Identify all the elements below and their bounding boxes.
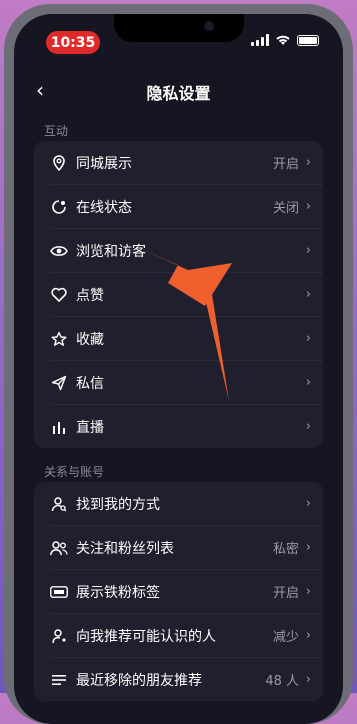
chevron-right-icon: ›: [305, 199, 311, 214]
chevron-right-icon: ›: [305, 243, 311, 258]
chevron-right-icon: ›: [305, 672, 311, 687]
row-removed-recommendations[interactable]: 最近移除的朋友推荐 48 人 ›: [34, 658, 323, 701]
bars-icon: [50, 418, 68, 436]
wifi-icon: [276, 35, 290, 45]
status-time: 10:35: [46, 31, 100, 54]
card-relations: 找到我的方式 › 关注和粉丝列表 私密 › 展示铁粉标签 开启 › 向我推荐可能…: [34, 482, 323, 701]
row-label: 展示铁粉标签: [76, 584, 160, 601]
row-follow-fans-list[interactable]: 关注和粉丝列表 私密 ›: [34, 526, 323, 569]
star-icon: [50, 330, 68, 348]
row-online-status[interactable]: 在线状态 关闭 ›: [34, 185, 323, 228]
row-label: 最近移除的朋友推荐: [76, 672, 202, 689]
row-label: 在线状态: [76, 199, 132, 216]
row-label: 直播: [76, 419, 104, 436]
row-label: 找到我的方式: [76, 496, 160, 513]
chevron-right-icon: ›: [305, 287, 311, 302]
row-find-me[interactable]: 找到我的方式 ›: [34, 482, 323, 525]
phone-frame: 10:35 ‹ 隐私设置 互动 同城展示 开启 › 在线状态 关闭 › 浏览和访…: [4, 4, 353, 724]
fan-badge-icon: [50, 583, 68, 601]
card-interaction: 同城展示 开启 › 在线状态 关闭 › 浏览和访客 › 点赞 › 收藏 › 私信…: [34, 141, 323, 448]
battery-icon: [297, 34, 319, 46]
heart-icon: [50, 286, 68, 304]
location-pin-icon: [50, 154, 68, 172]
eye-icon: [50, 242, 68, 260]
row-label: 关注和粉丝列表: [76, 540, 174, 557]
row-recommend-people[interactable]: 向我推荐可能认识的人 减少 ›: [34, 614, 323, 657]
row-value: 开启: [272, 586, 299, 601]
row-label: 私信: [76, 375, 104, 392]
row-label: 同城展示: [76, 155, 132, 172]
row-nearby-display[interactable]: 同城展示 开启 ›: [34, 141, 323, 184]
page-title: 隐私设置: [146, 84, 211, 103]
row-label: 收藏: [76, 331, 104, 348]
status-icons: [251, 34, 319, 46]
row-label: 浏览和访客: [76, 243, 146, 260]
chevron-right-icon: ›: [305, 584, 311, 599]
chevron-right-icon: ›: [305, 628, 311, 643]
send-icon: [50, 374, 68, 392]
row-browse-visitors[interactable]: 浏览和访客 ›: [34, 229, 323, 272]
chevron-right-icon: ›: [305, 540, 311, 555]
recommend-icon: [50, 627, 68, 645]
chevron-right-icon: ›: [305, 331, 311, 346]
list-icon: [50, 671, 68, 689]
online-status-icon: [50, 198, 68, 216]
notch: [113, 14, 244, 42]
users-icon: [50, 539, 68, 557]
row-fan-badge[interactable]: 展示铁粉标签 开启 ›: [34, 570, 323, 613]
row-value: 关闭: [272, 201, 299, 216]
row-messages[interactable]: 私信 ›: [34, 361, 323, 404]
row-value: 减少: [272, 630, 299, 645]
chevron-right-icon: ›: [305, 155, 311, 170]
row-likes[interactable]: 点赞 ›: [34, 273, 323, 316]
screen: 10:35 ‹ 隐私设置 互动 同城展示 开启 › 在线状态 关闭 › 浏览和访…: [14, 14, 343, 724]
row-value: 开启: [272, 157, 299, 172]
row-value: 48 人: [265, 674, 299, 689]
section-label-interaction: 互动: [44, 124, 69, 138]
row-value: 私密: [272, 542, 299, 557]
row-favorites[interactable]: 收藏 ›: [34, 317, 323, 360]
row-label: 点赞: [76, 287, 104, 304]
nav-bar: ‹ 隐私设置: [14, 72, 343, 108]
row-live[interactable]: 直播 ›: [34, 405, 323, 448]
signal-icon: [251, 34, 269, 46]
user-search-icon: [50, 495, 68, 513]
row-label: 向我推荐可能认识的人: [76, 628, 216, 645]
chevron-right-icon: ›: [305, 375, 311, 390]
chevron-right-icon: ›: [305, 496, 311, 511]
section-label-relations: 关系与账号: [44, 465, 105, 479]
chevron-right-icon: ›: [305, 419, 311, 434]
